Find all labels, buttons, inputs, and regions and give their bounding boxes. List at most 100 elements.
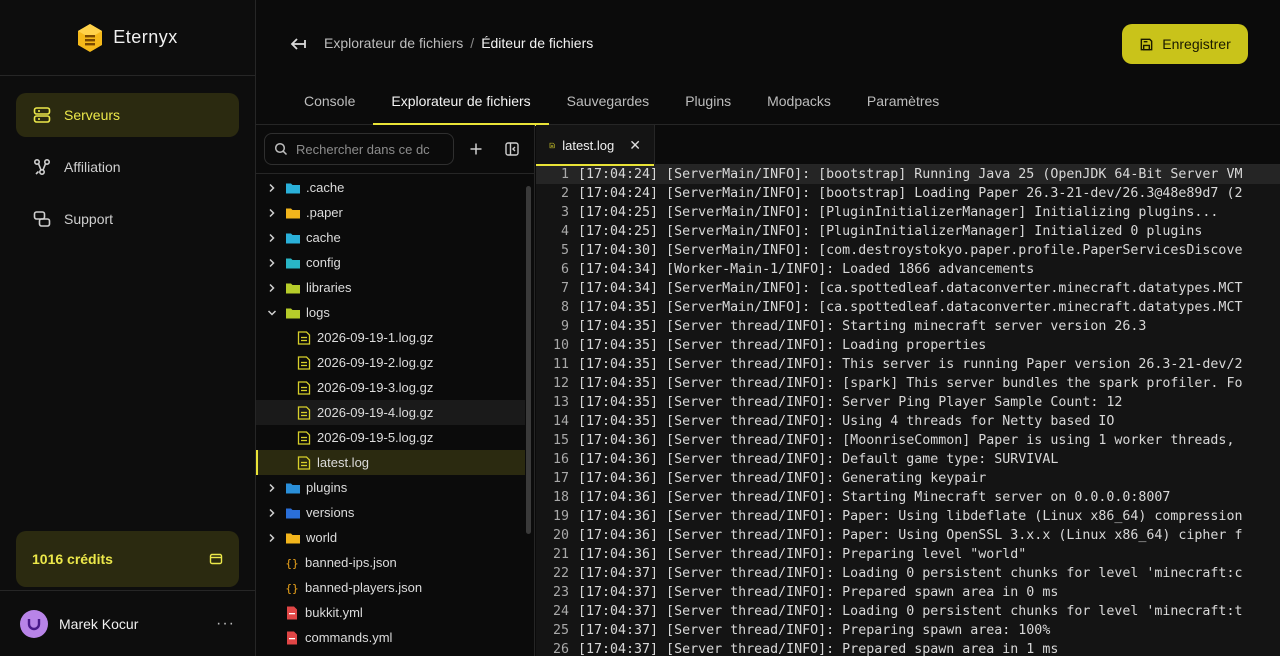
file-row[interactable]: commands.yml [256, 625, 525, 650]
line-text: [17:04:35] [Server thread/INFO]: This se… [578, 357, 1243, 372]
save-button[interactable]: Enregistrer [1122, 24, 1248, 64]
line-text: [17:04:35] [Server thread/INFO]: Server … [578, 395, 1123, 410]
folder-row[interactable]: .paper [256, 200, 525, 225]
chevron-right-icon[interactable] [265, 206, 279, 220]
line-number: 20 [552, 528, 569, 543]
tab-file-explorer[interactable]: Explorateur de fichiers [373, 88, 549, 126]
tree-item-label: 2026-09-19-3.log.gz [317, 380, 434, 395]
file-row[interactable]: {} banned-ips.json [256, 550, 525, 575]
line-text: [17:04:25] [ServerMain/INFO]: [PluginIni… [578, 205, 1219, 220]
code-line: 16 [17:04:36] [Server thread/INFO]: Defau… [536, 450, 1280, 469]
chevron-right-icon[interactable] [265, 506, 279, 520]
file-row[interactable]: bukkit.yml [256, 600, 525, 625]
breadcrumb-separator: / [470, 35, 475, 51]
code-line: 6 [17:04:34] [Worker-Main-1/INFO]: Loaded… [536, 260, 1280, 279]
tab-backups[interactable]: Sauvegardes [549, 88, 668, 125]
tab-settings[interactable]: Paramètres [849, 88, 957, 125]
folder-row[interactable]: world [256, 525, 525, 550]
chevron-down-icon[interactable] [265, 306, 279, 320]
line-text: [17:04:35] [Server thread/INFO]: Using 4… [578, 414, 1115, 429]
line-text: [17:04:35] [ServerMain/INFO]: [ca.spotte… [578, 300, 1243, 315]
code-line: 14 [17:04:35] [Server thread/INFO]: Using… [536, 412, 1280, 431]
line-number: 8 [560, 300, 569, 315]
file-row[interactable]: 2026-09-19-4.log.gz [256, 400, 525, 425]
sidebar-item-serveurs[interactable]: Serveurs [16, 93, 239, 137]
tree-item-label: plugins [306, 480, 348, 495]
line-text: [17:04:36] [Server thread/INFO]: Paper: … [578, 528, 1243, 543]
sidebar-item-support[interactable]: Support [16, 197, 239, 241]
tab-plugins[interactable]: Plugins [667, 88, 749, 125]
breadcrumb: Explorateur de fichiers / Éditeur de fichi… [324, 35, 593, 51]
line-number: 22 [552, 566, 569, 581]
editor-tab-latest-log[interactable]: latest.log ✕ [536, 125, 655, 166]
search-box[interactable] [264, 133, 454, 165]
line-text: [17:04:37] [Server thread/INFO]: Loading… [578, 604, 1243, 619]
search-icon [274, 142, 288, 156]
tree-item-label: 2026-09-19-5.log.gz [317, 430, 434, 445]
tab-modpacks[interactable]: Modpacks [749, 88, 849, 125]
line-text: [17:04:36] [Server thread/INFO]: Startin… [578, 490, 1171, 505]
line-text: [17:04:24] [ServerMain/INFO]: [bootstrap… [578, 186, 1243, 201]
line-text: [17:04:37] [Server thread/INFO]: Prepare… [578, 585, 1059, 600]
line-number: 14 [552, 414, 569, 429]
chevron-right-icon[interactable] [265, 256, 279, 270]
tree-item-label: .paper [306, 205, 343, 220]
file-row[interactable]: 2026-09-19-1.log.gz [256, 325, 525, 350]
code-line: 21 [17:04:36] [Server thread/INFO]: Prepa… [536, 545, 1280, 564]
toggle-panel-button[interactable] [498, 135, 526, 163]
brand[interactable]: Eternyx [0, 0, 255, 76]
code-view[interactable]: 1 [17:04:24] [ServerMain/INFO]: [bootstra… [536, 165, 1280, 656]
folder-row[interactable]: logs [256, 300, 525, 325]
file-row[interactable]: latest.log [256, 450, 525, 475]
close-icon[interactable]: ✕ [629, 137, 641, 154]
json-file-icon: {} [285, 557, 298, 570]
more-icon[interactable]: ··· [216, 615, 235, 633]
file-row[interactable]: 2026-09-19-3.log.gz [256, 375, 525, 400]
chevron-right-icon[interactable] [265, 281, 279, 295]
folder-icon [286, 183, 300, 193]
line-number: 21 [552, 547, 569, 562]
app: Eternyx Serveurs Affiliation Support 101… [0, 0, 1280, 656]
line-text: [17:04:37] [Server thread/INFO]: Loading… [578, 566, 1243, 581]
folder-row[interactable]: plugins [256, 475, 525, 500]
line-text: [17:04:35] [Server thread/INFO]: [spark]… [578, 376, 1243, 391]
file-row[interactable]: 2026-09-19-5.log.gz [256, 425, 525, 450]
line-text: [17:04:37] [Server thread/INFO]: Prepare… [578, 642, 1059, 656]
folder-row[interactable]: cache [256, 225, 525, 250]
tab-console[interactable]: Console [286, 88, 373, 125]
tree-item-label: logs [306, 305, 330, 320]
user-profile[interactable]: Marek Kocur ··· [0, 590, 255, 656]
search-input[interactable] [296, 141, 436, 157]
folder-icon [286, 233, 300, 243]
code-line: 4 [17:04:25] [ServerMain/INFO]: [PluginIn… [536, 222, 1280, 241]
log-file-icon [297, 405, 311, 420]
folder-row[interactable]: libraries [256, 275, 525, 300]
tree-item-label: 2026-09-19-2.log.gz [317, 355, 434, 370]
back-arrow-icon[interactable] [288, 34, 308, 54]
sidebar-item-affiliation[interactable]: Affiliation [16, 145, 239, 189]
chevron-right-icon[interactable] [265, 531, 279, 545]
file-row[interactable]: {} banned-players.json [256, 575, 525, 600]
editor-tab-label: latest.log [562, 137, 615, 153]
log-file-icon [297, 330, 311, 345]
folder-icon [286, 508, 300, 518]
new-file-button[interactable] [462, 135, 490, 163]
file-row[interactable]: 2026-09-19-2.log.gz [256, 350, 525, 375]
line-number: 7 [560, 281, 569, 296]
line-number: 12 [552, 376, 569, 391]
tree-item-label: versions [306, 505, 355, 520]
code-line: 18 [17:04:36] [Server thread/INFO]: Start… [536, 488, 1280, 507]
save-label: Enregistrer [1162, 36, 1231, 52]
line-number: 25 [552, 623, 569, 638]
chevron-right-icon[interactable] [265, 231, 279, 245]
folder-row[interactable]: config [256, 250, 525, 275]
chevron-right-icon[interactable] [265, 481, 279, 495]
folder-row[interactable]: .cache [256, 175, 525, 200]
file-tree-scrollbar[interactable] [526, 186, 531, 534]
line-number: 9 [560, 319, 569, 334]
line-number: 26 [552, 642, 569, 656]
folder-row[interactable]: versions [256, 500, 525, 525]
credits-card[interactable]: 1016 crédits [16, 531, 239, 587]
breadcrumb-parent[interactable]: Explorateur de fichiers [324, 35, 463, 51]
chevron-right-icon[interactable] [265, 181, 279, 195]
